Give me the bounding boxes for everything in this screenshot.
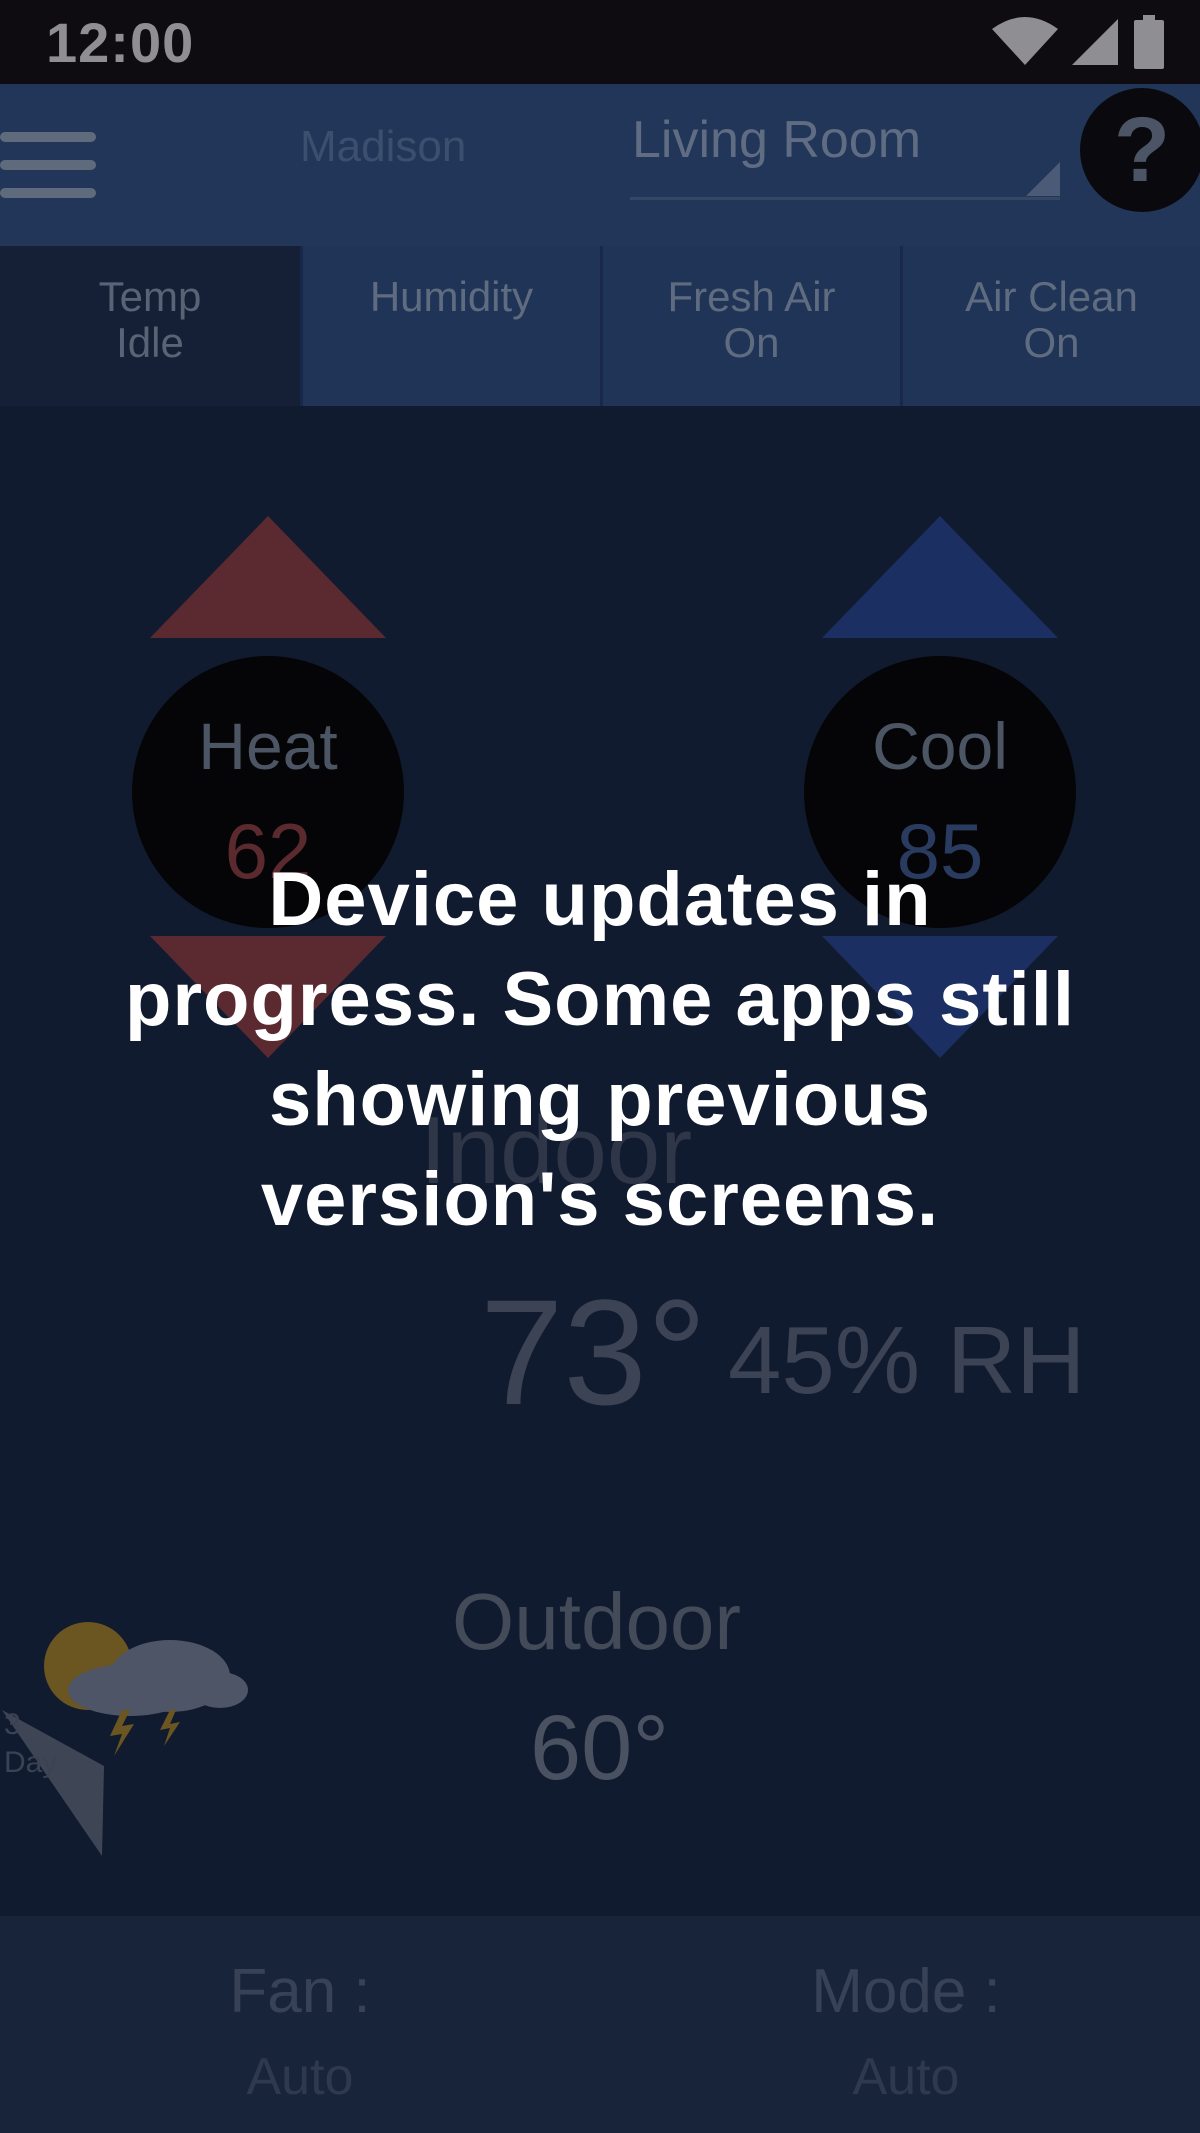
update-notice-message: Device updates in progress. Some apps st… (125, 857, 1075, 1242)
forecast-label-unit: Day (4, 1746, 58, 1779)
forecast-label: 3 Day (4, 1706, 57, 1782)
three-day-forecast-button[interactable]: 3 Day (0, 1706, 110, 1856)
zone-select-value: Living Room (632, 111, 922, 169)
location-name[interactable]: Madison (300, 122, 466, 172)
fan-setting[interactable]: Fan : Auto (150, 1956, 450, 2107)
bottom-bar: Fan : Auto Mode : Auto (0, 1916, 1200, 2133)
status-bar: 12:00 (0, 0, 1200, 84)
tab-air-clean[interactable]: Air Clean On (900, 246, 1200, 406)
tab-temp[interactable]: Temp Idle (0, 246, 300, 406)
heat-increase-arrow-icon[interactable] (150, 516, 386, 638)
tab-temp-status: Idle (116, 319, 184, 366)
indoor-temperature: 73° (480, 1268, 707, 1436)
outdoor-label: Outdoor (452, 1577, 742, 1666)
mode-setting[interactable]: Mode : Auto (756, 1956, 1056, 2107)
status-time: 12:00 (46, 10, 195, 74)
tab-fresh-air-title: Fresh Air (667, 273, 836, 320)
fan-label: Fan : (229, 1957, 371, 2026)
mode-label: Mode : (811, 1957, 1001, 2026)
tab-temp-title: Temp (98, 273, 202, 320)
heat-label: Heat (198, 709, 338, 783)
app-bar: Madison Living Room ? (0, 84, 1200, 246)
tab-air-clean-title: Air Clean (965, 273, 1138, 320)
tab-air-clean-status: On (1023, 319, 1080, 366)
fan-value: Auto (246, 2048, 354, 2106)
menu-icon[interactable] (0, 132, 98, 202)
zone-select[interactable]: Living Room (630, 110, 1060, 200)
tab-fresh-air[interactable]: Fresh Air On (600, 246, 900, 406)
outdoor-temperature: 60° (530, 1697, 670, 1799)
zone-select-underline (630, 197, 1060, 200)
cellular-signal-icon (1072, 19, 1118, 65)
tab-fresh-air-status: On (723, 319, 780, 366)
status-icons (992, 15, 1164, 69)
tab-humidity-title: Humidity (369, 273, 534, 320)
battery-icon (1134, 15, 1164, 69)
tab-humidity[interactable]: Humidity (300, 246, 600, 406)
help-button[interactable]: ? (1080, 88, 1200, 212)
wifi-icon (992, 17, 1058, 65)
mode-value: Auto (852, 2048, 960, 2106)
tab-bar: Temp Idle Humidity Fresh Air On Air Clea… (0, 246, 1200, 406)
indoor-humidity: 45% RH (728, 1307, 1086, 1414)
forecast-label-number: 3 (4, 1708, 21, 1741)
cool-increase-arrow-icon[interactable] (822, 516, 1058, 638)
cool-label: Cool (872, 709, 1008, 783)
dropdown-caret-icon (1026, 162, 1060, 196)
